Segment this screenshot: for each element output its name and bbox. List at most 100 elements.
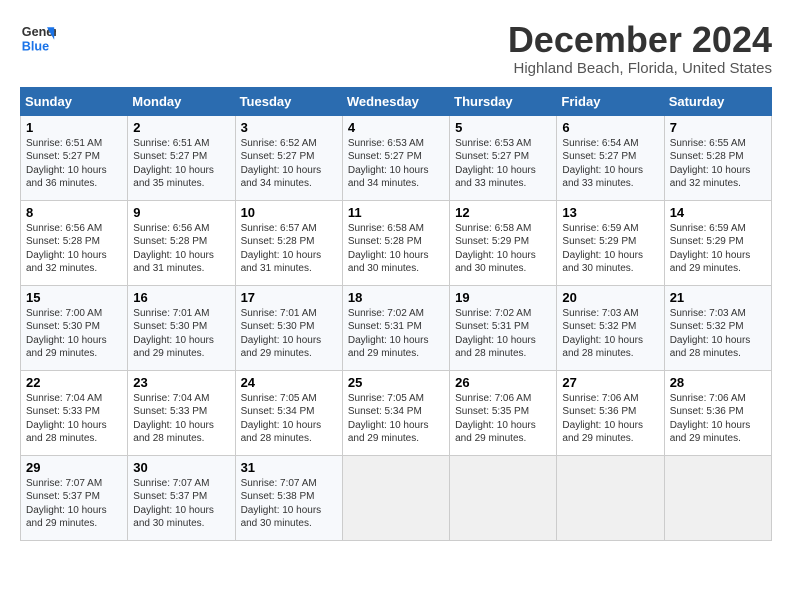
- col-sunday: Sunday: [21, 87, 128, 115]
- table-row: 15 Sunrise: 7:00 AMSunset: 5:30 PMDaylig…: [21, 285, 128, 370]
- table-row: 2 Sunrise: 6:51 AMSunset: 5:27 PMDayligh…: [128, 115, 235, 200]
- col-wednesday: Wednesday: [342, 87, 449, 115]
- table-row: 30 Sunrise: 7:07 AMSunset: 5:37 PMDaylig…: [128, 455, 235, 540]
- logo-icon: General Blue: [20, 20, 56, 56]
- table-row: [664, 455, 771, 540]
- table-row: 20 Sunrise: 7:03 AMSunset: 5:32 PMDaylig…: [557, 285, 664, 370]
- day-number: 17: [241, 290, 337, 305]
- table-row: 18 Sunrise: 7:02 AMSunset: 5:31 PMDaylig…: [342, 285, 449, 370]
- day-info: Sunrise: 6:55 AMSunset: 5:28 PMDaylight:…: [670, 138, 751, 190]
- location-subtitle: Highland Beach, Florida, United States: [508, 60, 772, 77]
- day-info: Sunrise: 6:59 AMSunset: 5:29 PMDaylight:…: [562, 223, 643, 275]
- day-number: 8: [26, 205, 122, 220]
- day-number: 28: [670, 375, 766, 390]
- table-row: 16 Sunrise: 7:01 AMSunset: 5:30 PMDaylig…: [128, 285, 235, 370]
- day-number: 21: [670, 290, 766, 305]
- day-info: Sunrise: 7:06 AMSunset: 5:35 PMDaylight:…: [455, 393, 536, 445]
- table-row: [450, 455, 557, 540]
- day-info: Sunrise: 6:58 AMSunset: 5:29 PMDaylight:…: [455, 223, 536, 275]
- page-header: General Blue December 2024 Highland Beac…: [20, 20, 772, 77]
- table-row: 4 Sunrise: 6:53 AMSunset: 5:27 PMDayligh…: [342, 115, 449, 200]
- col-tuesday: Tuesday: [235, 87, 342, 115]
- day-number: 20: [562, 290, 658, 305]
- day-info: Sunrise: 7:05 AMSunset: 5:34 PMDaylight:…: [348, 393, 429, 445]
- day-number: 1: [26, 120, 122, 135]
- table-row: 25 Sunrise: 7:05 AMSunset: 5:34 PMDaylig…: [342, 370, 449, 455]
- day-info: Sunrise: 6:58 AMSunset: 5:28 PMDaylight:…: [348, 223, 429, 275]
- day-number: 2: [133, 120, 229, 135]
- col-monday: Monday: [128, 87, 235, 115]
- day-info: Sunrise: 7:03 AMSunset: 5:32 PMDaylight:…: [562, 308, 643, 360]
- day-info: Sunrise: 7:04 AMSunset: 5:33 PMDaylight:…: [133, 393, 214, 445]
- day-info: Sunrise: 6:53 AMSunset: 5:27 PMDaylight:…: [455, 138, 536, 190]
- day-info: Sunrise: 6:57 AMSunset: 5:28 PMDaylight:…: [241, 223, 322, 275]
- day-info: Sunrise: 7:07 AMSunset: 5:37 PMDaylight:…: [26, 478, 107, 530]
- table-row: 6 Sunrise: 6:54 AMSunset: 5:27 PMDayligh…: [557, 115, 664, 200]
- table-row: 24 Sunrise: 7:05 AMSunset: 5:34 PMDaylig…: [235, 370, 342, 455]
- day-number: 22: [26, 375, 122, 390]
- calendar-header-row: Sunday Monday Tuesday Wednesday Thursday…: [21, 87, 772, 115]
- calendar-week-row: 8 Sunrise: 6:56 AMSunset: 5:28 PMDayligh…: [21, 200, 772, 285]
- day-info: Sunrise: 7:02 AMSunset: 5:31 PMDaylight:…: [348, 308, 429, 360]
- day-info: Sunrise: 6:59 AMSunset: 5:29 PMDaylight:…: [670, 223, 751, 275]
- table-row: 17 Sunrise: 7:01 AMSunset: 5:30 PMDaylig…: [235, 285, 342, 370]
- day-info: Sunrise: 6:56 AMSunset: 5:28 PMDaylight:…: [26, 223, 107, 275]
- day-number: 5: [455, 120, 551, 135]
- table-row: 19 Sunrise: 7:02 AMSunset: 5:31 PMDaylig…: [450, 285, 557, 370]
- col-saturday: Saturday: [664, 87, 771, 115]
- calendar-week-row: 22 Sunrise: 7:04 AMSunset: 5:33 PMDaylig…: [21, 370, 772, 455]
- day-info: Sunrise: 6:54 AMSunset: 5:27 PMDaylight:…: [562, 138, 643, 190]
- day-number: 24: [241, 375, 337, 390]
- month-year-title: December 2024: [508, 20, 772, 60]
- day-number: 27: [562, 375, 658, 390]
- day-number: 11: [348, 205, 444, 220]
- day-info: Sunrise: 7:01 AMSunset: 5:30 PMDaylight:…: [133, 308, 214, 360]
- table-row: 3 Sunrise: 6:52 AMSunset: 5:27 PMDayligh…: [235, 115, 342, 200]
- title-block: December 2024 Highland Beach, Florida, U…: [508, 20, 772, 77]
- svg-text:Blue: Blue: [22, 40, 49, 54]
- calendar-table: Sunday Monday Tuesday Wednesday Thursday…: [20, 87, 772, 541]
- day-info: Sunrise: 6:51 AMSunset: 5:27 PMDaylight:…: [133, 138, 214, 190]
- day-number: 3: [241, 120, 337, 135]
- table-row: 26 Sunrise: 7:06 AMSunset: 5:35 PMDaylig…: [450, 370, 557, 455]
- day-number: 29: [26, 460, 122, 475]
- table-row: 27 Sunrise: 7:06 AMSunset: 5:36 PMDaylig…: [557, 370, 664, 455]
- day-info: Sunrise: 6:56 AMSunset: 5:28 PMDaylight:…: [133, 223, 214, 275]
- table-row: 10 Sunrise: 6:57 AMSunset: 5:28 PMDaylig…: [235, 200, 342, 285]
- day-number: 19: [455, 290, 551, 305]
- table-row: 7 Sunrise: 6:55 AMSunset: 5:28 PMDayligh…: [664, 115, 771, 200]
- day-info: Sunrise: 7:06 AMSunset: 5:36 PMDaylight:…: [562, 393, 643, 445]
- day-number: 30: [133, 460, 229, 475]
- table-row: 11 Sunrise: 6:58 AMSunset: 5:28 PMDaylig…: [342, 200, 449, 285]
- col-friday: Friday: [557, 87, 664, 115]
- calendar-week-row: 15 Sunrise: 7:00 AMSunset: 5:30 PMDaylig…: [21, 285, 772, 370]
- table-row: [557, 455, 664, 540]
- day-number: 18: [348, 290, 444, 305]
- day-number: 12: [455, 205, 551, 220]
- day-info: Sunrise: 7:06 AMSunset: 5:36 PMDaylight:…: [670, 393, 751, 445]
- table-row: 23 Sunrise: 7:04 AMSunset: 5:33 PMDaylig…: [128, 370, 235, 455]
- day-number: 9: [133, 205, 229, 220]
- day-number: 25: [348, 375, 444, 390]
- table-row: 13 Sunrise: 6:59 AMSunset: 5:29 PMDaylig…: [557, 200, 664, 285]
- table-row: 9 Sunrise: 6:56 AMSunset: 5:28 PMDayligh…: [128, 200, 235, 285]
- table-row: 28 Sunrise: 7:06 AMSunset: 5:36 PMDaylig…: [664, 370, 771, 455]
- day-number: 4: [348, 120, 444, 135]
- table-row: 29 Sunrise: 7:07 AMSunset: 5:37 PMDaylig…: [21, 455, 128, 540]
- day-info: Sunrise: 7:01 AMSunset: 5:30 PMDaylight:…: [241, 308, 322, 360]
- calendar-week-row: 1 Sunrise: 6:51 AMSunset: 5:27 PMDayligh…: [21, 115, 772, 200]
- day-info: Sunrise: 7:03 AMSunset: 5:32 PMDaylight:…: [670, 308, 751, 360]
- day-number: 26: [455, 375, 551, 390]
- table-row: 14 Sunrise: 6:59 AMSunset: 5:29 PMDaylig…: [664, 200, 771, 285]
- day-info: Sunrise: 7:00 AMSunset: 5:30 PMDaylight:…: [26, 308, 107, 360]
- day-info: Sunrise: 7:04 AMSunset: 5:33 PMDaylight:…: [26, 393, 107, 445]
- day-number: 23: [133, 375, 229, 390]
- calendar-week-row: 29 Sunrise: 7:07 AMSunset: 5:37 PMDaylig…: [21, 455, 772, 540]
- day-info: Sunrise: 7:02 AMSunset: 5:31 PMDaylight:…: [455, 308, 536, 360]
- day-number: 10: [241, 205, 337, 220]
- day-number: 13: [562, 205, 658, 220]
- day-info: Sunrise: 7:07 AMSunset: 5:37 PMDaylight:…: [133, 478, 214, 530]
- day-info: Sunrise: 6:53 AMSunset: 5:27 PMDaylight:…: [348, 138, 429, 190]
- table-row: [342, 455, 449, 540]
- logo: General Blue: [20, 20, 56, 56]
